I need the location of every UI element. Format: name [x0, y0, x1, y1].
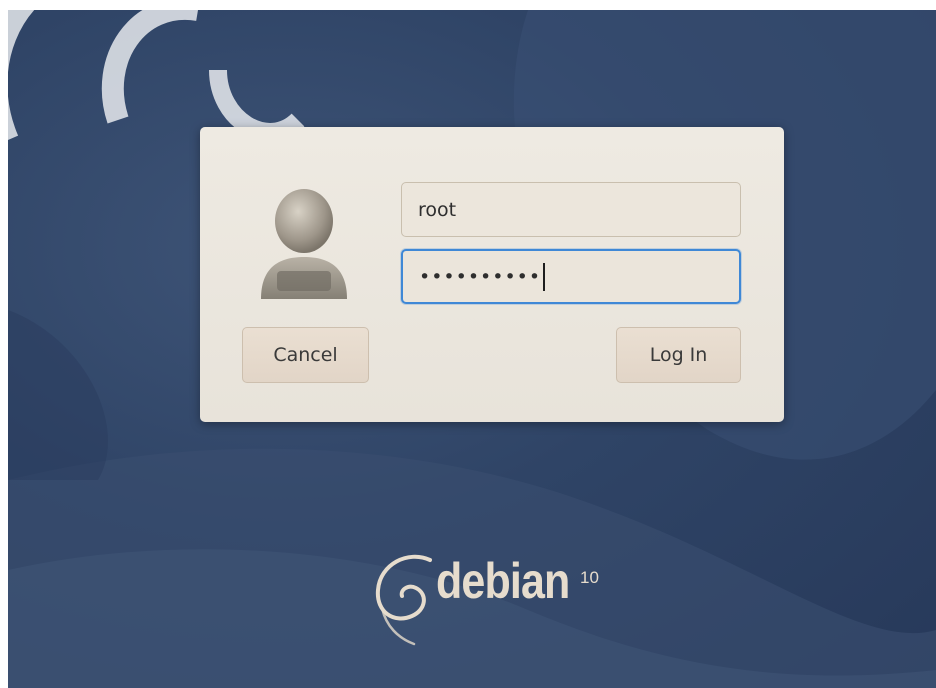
cancel-button[interactable]: Cancel	[242, 327, 369, 383]
login-dialog: root •••••••••• Cancel Log In	[200, 127, 784, 422]
user-avatar-icon	[261, 189, 347, 299]
password-mask: ••••••••••	[419, 265, 542, 288]
cancel-button-label: Cancel	[273, 344, 338, 366]
log-in-button-label: Log In	[649, 344, 708, 366]
text-cursor	[543, 262, 546, 291]
login-screen: root •••••••••• Cancel Log In debian 10	[8, 10, 936, 688]
password-field[interactable]: ••••••••••	[401, 249, 741, 304]
debian-version: 10	[580, 568, 599, 587]
debian-logo: debian 10	[368, 538, 618, 648]
username-value: root	[418, 198, 457, 221]
username-field[interactable]: root	[401, 182, 741, 237]
log-in-button[interactable]: Log In	[616, 327, 741, 383]
debian-wordmark: debian	[436, 553, 570, 609]
